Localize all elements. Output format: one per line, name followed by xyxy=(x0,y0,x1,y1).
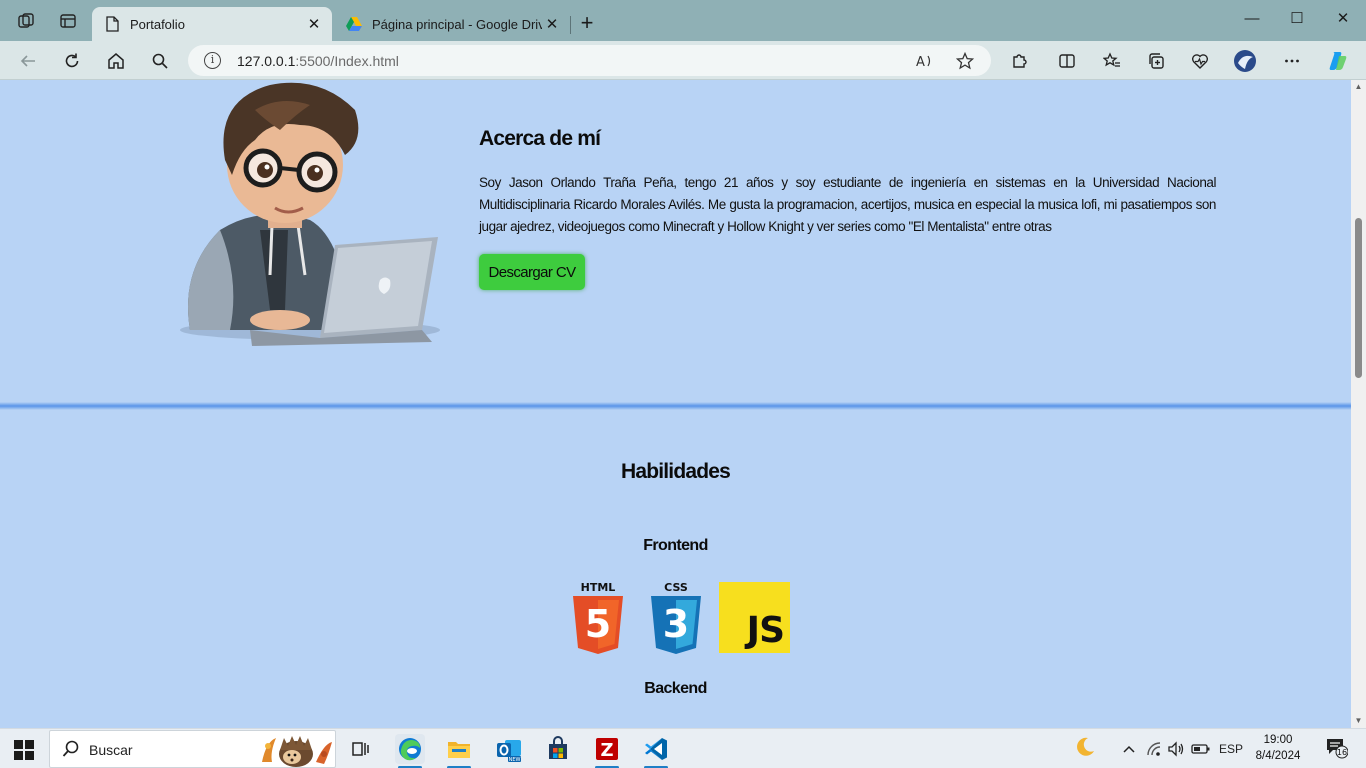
backend-title: Backend xyxy=(644,680,707,697)
about-title: Acerca de mí xyxy=(479,127,601,150)
read-aloud-icon[interactable]: A xyxy=(914,50,936,72)
refresh-icon xyxy=(65,53,79,68)
back-button[interactable] xyxy=(16,49,40,73)
windows-taskbar: Buscar NEW Z ESP 19:00 8/4/2024 16 xyxy=(0,728,1366,768)
extensions-icon[interactable] xyxy=(1007,49,1031,73)
show-hidden-icons-chevron-icon[interactable] xyxy=(1120,739,1138,759)
frontend-title: Frontend xyxy=(643,537,708,554)
volume-icon[interactable] xyxy=(1166,739,1186,759)
collections-icon[interactable] xyxy=(1144,49,1168,73)
refresh-button[interactable] xyxy=(60,49,84,73)
browser-toolbar: i 127.0.0.1:5500/Index.html A xyxy=(0,41,1366,80)
html-logo-badge: 5 xyxy=(585,602,611,646)
js-logo-label: JS xyxy=(746,610,785,651)
maximize-button[interactable]: ☐ xyxy=(1274,6,1320,30)
address-bar[interactable]: i 127.0.0.1:5500/Index.html A xyxy=(188,45,991,76)
window-close-button[interactable]: ✕ xyxy=(1320,6,1366,30)
css-logo-label: CSS xyxy=(664,582,688,594)
file-explorer-icon[interactable] xyxy=(444,734,474,768)
favorites-icon[interactable] xyxy=(1100,49,1124,73)
svg-text:A: A xyxy=(916,55,925,69)
about-description: Soy Jason Orlando Traña Peña, tengo 21 a… xyxy=(479,175,1216,234)
edge-taskbar-icon[interactable] xyxy=(395,734,425,768)
close-tab-icon[interactable]: ✕ xyxy=(542,15,562,33)
scroll-up-icon[interactable]: ▲ xyxy=(1351,80,1366,94)
google-drive-icon xyxy=(346,16,362,32)
task-view-icon[interactable] xyxy=(345,734,375,764)
wifi-icon[interactable] xyxy=(1145,739,1165,759)
svg-text:Z: Z xyxy=(600,740,613,761)
taskbar-search-box[interactable]: Buscar xyxy=(49,730,336,768)
download-cv-button[interactable]: Descargar CV xyxy=(479,254,585,290)
clock-time: 19:00 xyxy=(1263,734,1293,746)
minimize-button[interactable]: — xyxy=(1229,6,1275,30)
portfolio-page: Acerca de mí Soy Jason Orlando Traña Peñ… xyxy=(0,80,1351,728)
copilot-icon[interactable] xyxy=(1326,49,1350,73)
vscode-icon[interactable] xyxy=(641,734,671,768)
tab-title: Portafolio xyxy=(130,16,185,32)
section-divider xyxy=(0,402,1351,410)
outlook-new-icon[interactable]: NEW xyxy=(494,734,524,764)
tab-portafolio[interactable]: Portafolio ✕ xyxy=(92,7,332,41)
system-clock[interactable]: 19:00 8/4/2024 xyxy=(1252,732,1304,764)
weather-moon-icon[interactable] xyxy=(1072,737,1098,757)
home-icon xyxy=(108,53,124,69)
windows-start-icon[interactable] xyxy=(14,740,34,760)
tab-title: Página principal - Google Drive xyxy=(372,16,542,32)
favorite-star-icon[interactable] xyxy=(954,50,976,72)
search-icon xyxy=(152,53,168,69)
input-language[interactable]: ESP xyxy=(1218,739,1244,759)
html5-logo-icon: HTML 5 xyxy=(573,582,623,654)
battery-icon[interactable] xyxy=(1190,739,1212,759)
split-screen-icon[interactable] xyxy=(1055,49,1079,73)
scrollbar-thumb[interactable] xyxy=(1355,218,1362,378)
search-highlight-hedgehog-icon xyxy=(262,736,332,767)
tab-separator xyxy=(570,16,571,34)
url-host: 127.0.0.1 xyxy=(237,53,296,69)
page-icon xyxy=(104,16,120,32)
site-info-icon[interactable]: i xyxy=(204,52,221,69)
scroll-down-icon[interactable]: ▼ xyxy=(1351,714,1366,728)
tab-actions-icon[interactable] xyxy=(58,11,78,31)
browser-tab-bar: Portafolio ✕ Página principal - Google D… xyxy=(0,0,1366,41)
notifications-icon[interactable]: 16 xyxy=(1322,737,1350,759)
browser-essentials-icon[interactable] xyxy=(1188,49,1212,73)
clock-date: 8/4/2024 xyxy=(1255,750,1301,762)
tab-google-drive[interactable]: Página principal - Google Drive ✕ xyxy=(334,7,570,41)
url-text[interactable]: 127.0.0.1:5500/Index.html xyxy=(237,53,399,69)
back-arrow-icon xyxy=(20,55,35,67)
skills-title: Habilidades xyxy=(620,460,731,483)
avatar-illustration xyxy=(180,82,440,346)
settings-more-icon[interactable] xyxy=(1280,49,1304,73)
search-icon xyxy=(62,740,79,757)
close-tab-icon[interactable]: ✕ xyxy=(304,15,324,33)
workspaces-icon[interactable] xyxy=(16,11,36,31)
svg-text:NEW: NEW xyxy=(509,757,521,763)
html-logo-label: HTML xyxy=(581,582,616,594)
page-scrollbar[interactable]: ▲ ▼ xyxy=(1351,80,1366,728)
new-tab-button[interactable]: + xyxy=(576,12,598,35)
profile-avatar[interactable] xyxy=(1233,49,1257,73)
css-logo-badge: 3 xyxy=(663,602,689,646)
search-button[interactable] xyxy=(148,49,172,73)
javascript-logo-icon: JS xyxy=(719,582,790,653)
css3-logo-icon: CSS 3 xyxy=(651,582,701,654)
search-label: Buscar xyxy=(89,742,133,758)
home-button[interactable] xyxy=(104,49,128,73)
filezilla-icon[interactable]: Z xyxy=(592,734,622,768)
notification-count: 16 xyxy=(1337,748,1347,757)
microsoft-store-icon[interactable] xyxy=(543,734,573,764)
url-path: :5500/Index.html xyxy=(295,53,399,69)
